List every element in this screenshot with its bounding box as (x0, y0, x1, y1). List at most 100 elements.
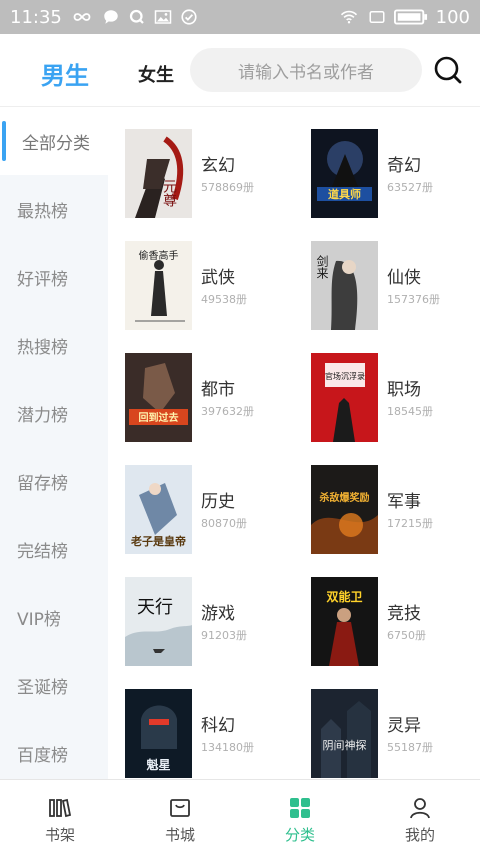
sidebar-item-label: 全部分类 (22, 133, 90, 154)
cover-title: 杀敌爆奖励 (320, 491, 370, 504)
category-count: 80870册 (201, 517, 247, 530)
category-cell-qihuan[interactable]: 道具师 奇幻 63527册 (294, 107, 480, 219)
category-name: 武侠 (201, 268, 235, 288)
sidebar-item-all[interactable]: 全部分类 (0, 107, 108, 175)
book-cover: 魁星 (125, 689, 192, 778)
wifi-icon (340, 10, 357, 24)
book-cover: 老子是皇帝 (125, 465, 192, 554)
category-name: 竞技 (387, 604, 421, 624)
profile-icon (410, 798, 430, 819)
sidebar-item-hottest[interactable]: 最热榜 (0, 175, 108, 243)
category-cell-junshi[interactable]: 杀敌爆奖励 军事 17215册 (294, 443, 480, 555)
category-cell-youxi[interactable]: 天行 游戏 91203册 (108, 555, 294, 667)
category-cell-kehuan[interactable]: 魁星 科幻 134180册 (108, 667, 294, 779)
sidebar-item-label: 百度榜 (17, 745, 68, 766)
book-cover: 官场沉浮录 (311, 353, 378, 442)
sidebar-item-retention[interactable]: 留存榜 (0, 447, 108, 515)
category-count: 18545册 (387, 405, 433, 418)
category-name: 都市 (201, 380, 235, 400)
nav-category[interactable]: 分类 (240, 780, 360, 852)
category-count: 17215册 (387, 517, 433, 530)
sidebar-item-christmas[interactable]: 圣诞榜 (0, 651, 108, 719)
store-icon (170, 799, 190, 817)
sidebar-item-top-rated[interactable]: 好评榜 (0, 243, 108, 311)
category-cell-jingji[interactable]: 双能卫 竞技 6750册 (294, 555, 480, 667)
cover-title: 双能卫 (326, 589, 362, 604)
category-name: 职场 (387, 380, 421, 400)
category-grid-icon (290, 798, 310, 818)
category-count: 55187册 (387, 741, 433, 754)
status-bar: 11:35 100 (0, 0, 480, 34)
category-count: 91203册 (201, 629, 247, 642)
category-cell-dushi[interactable]: 回到过去 都市 397632册 (108, 331, 294, 443)
cover-title: 老子是皇帝 (130, 534, 186, 548)
category-cell-xuanhuan[interactable]: 元尊 玄幻 578869册 (108, 107, 294, 219)
cover-title: 剑来 (315, 254, 329, 279)
status-left: 11:35 (10, 7, 198, 28)
book-cover: 双能卫 (311, 577, 378, 666)
sidebar-item-label: 最热榜 (17, 201, 68, 222)
sidebar-item-label: 好评榜 (17, 269, 68, 290)
sidebar-item-completed[interactable]: 完结榜 (0, 515, 108, 583)
bookshelf-icon (49, 798, 72, 818)
category-cell-lingyi[interactable]: 阴间神探 灵异 55187册 (294, 667, 480, 779)
nav-bookstore[interactable]: 书城 (120, 780, 240, 852)
sidebar-item-potential[interactable]: 潜力榜 (0, 379, 108, 447)
search-placeholder: 请输入书名或作者 (238, 62, 374, 83)
nav-label: 书架 (44, 826, 75, 844)
search-input[interactable]: 请输入书名或作者 (190, 48, 422, 92)
nav-mine[interactable]: 我的 (360, 780, 480, 852)
infinity-icon (73, 13, 91, 21)
sidebar-item-label: 潜力榜 (17, 405, 68, 426)
cover-title: 道具师 (328, 187, 361, 201)
nav-label: 我的 (404, 826, 435, 844)
category-count: 397632册 (201, 405, 254, 418)
battery-level: 100 (435, 6, 470, 28)
book-cover: 天行 (125, 577, 192, 666)
category-name: 仙侠 (387, 268, 421, 288)
battery-icon (393, 9, 427, 25)
sidebar-item-vip[interactable]: VIP榜 (0, 583, 108, 651)
sidebar-item-label: 热搜榜 (17, 337, 68, 358)
category-count: 63527册 (387, 181, 433, 194)
search-icon[interactable] (432, 54, 464, 86)
book-cover: 元尊 (125, 129, 192, 218)
category-cell-wuxia[interactable]: 偷香高手 武侠 49538册 (108, 219, 294, 331)
header: 男生 女生 请输入书名或作者 (0, 34, 480, 106)
sidebar-item-hot-search[interactable]: 热搜榜 (0, 311, 108, 379)
message-bubble-icon (104, 10, 118, 24)
category-count: 49538册 (201, 293, 247, 306)
cover-title: 阴间神探 (323, 738, 367, 752)
book-cover: 剑来 (311, 241, 378, 330)
category-name: 灵异 (387, 716, 421, 736)
category-cell-zhichang[interactable]: 官场沉浮录 职场 18545册 (294, 331, 480, 443)
tab-male[interactable]: 男生 (41, 56, 89, 91)
category-name: 历史 (201, 492, 235, 512)
category-cell-lishi[interactable]: 老子是皇帝 历史 80870册 (108, 443, 294, 555)
category-cell-xianxia[interactable]: 剑来 仙侠 157376册 (294, 219, 480, 331)
category-name: 游戏 (201, 604, 235, 624)
gallery-icon (154, 10, 172, 24)
tab-female[interactable]: 女生 (138, 61, 174, 87)
book-cover: 杀敌爆奖励 (311, 465, 378, 554)
status-time: 11:35 (10, 6, 62, 28)
category-grid: 元尊 玄幻 578869册 道具师 奇幻 63527册 偷香高手 武侠 4953… (108, 107, 480, 779)
book-cover: 道具师 (311, 129, 378, 218)
sidebar-item-label: 圣诞榜 (17, 677, 68, 698)
sidebar: 全部分类 最热榜 好评榜 热搜榜 潜力榜 留存榜 完结榜 VIP榜 圣诞榜 百度… (0, 107, 108, 779)
cover-title: 魁星 (146, 757, 170, 772)
sidebar-item-label: VIP榜 (17, 609, 61, 630)
cover-title: 偷香高手 (139, 249, 179, 262)
cover-title: 回到过去 (139, 411, 179, 424)
nav-label: 分类 (284, 826, 315, 844)
category-name: 玄幻 (201, 156, 235, 176)
cover-title: 官场沉浮录 (325, 371, 365, 381)
sidebar-item-label: 完结榜 (17, 541, 68, 562)
category-count: 578869册 (201, 181, 254, 194)
sidebar-item-baidu[interactable]: 百度榜 (0, 719, 108, 779)
sidebar-item-label: 留存榜 (17, 473, 68, 494)
book-cover: 偷香高手 (125, 241, 192, 330)
status-right: 100 (338, 7, 470, 28)
category-count: 157376册 (387, 293, 440, 306)
nav-bookshelf[interactable]: 书架 (0, 780, 120, 852)
